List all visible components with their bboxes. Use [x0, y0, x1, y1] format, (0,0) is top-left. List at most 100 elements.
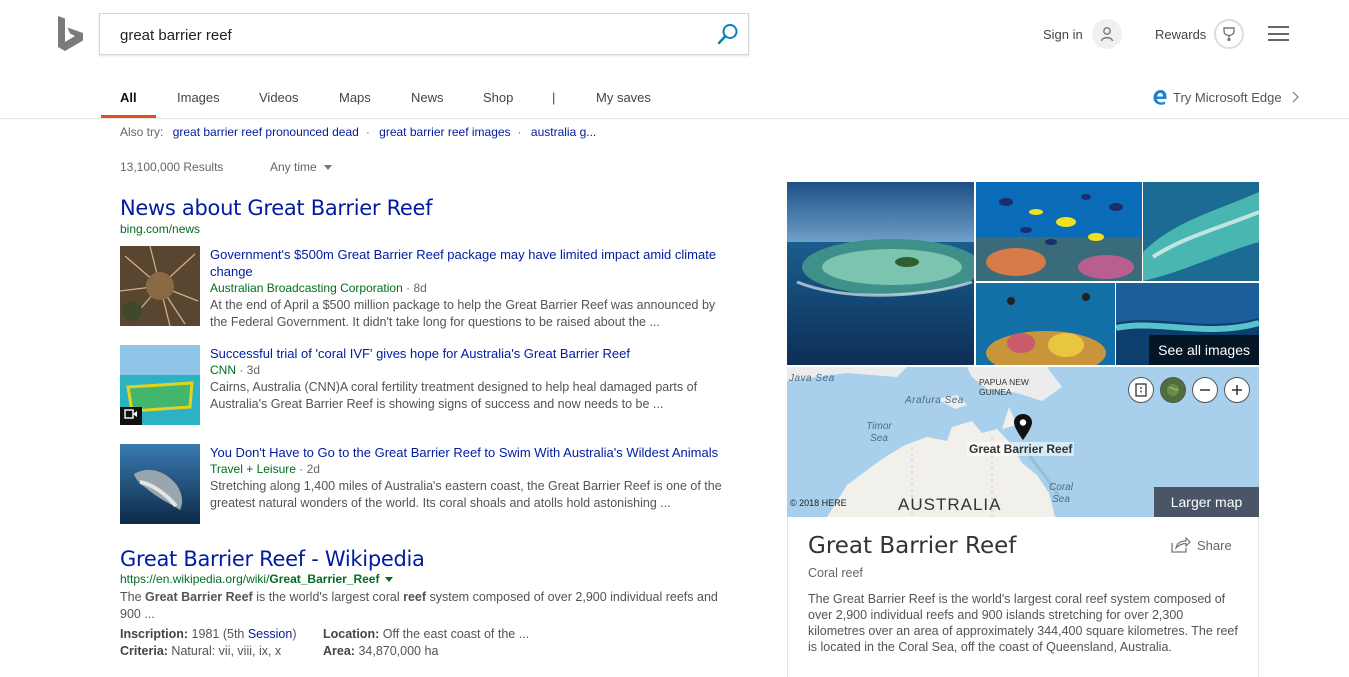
news-body: You Don't Have to Go to the Great Barrie…: [210, 444, 730, 512]
news-snippet: Cairns, Australia (CNN)A coral fertility…: [210, 380, 698, 411]
snippet-bold: reef: [403, 590, 427, 604]
fact-link[interactable]: Session: [248, 627, 292, 641]
tab-videos[interactable]: Videos: [259, 90, 299, 105]
also-try-link[interactable]: australia g...: [531, 125, 596, 139]
tab-separator: |: [552, 90, 556, 105]
wiki-fact-inscription: Inscription: 1981 (5th Session): [120, 627, 297, 641]
fact-value: ): [292, 627, 297, 641]
entity-description: The Great Barrier Reef is the world's la…: [808, 592, 1238, 654]
also-try-link[interactable]: great barrier reef pronounced dead: [173, 125, 359, 139]
hamburger-menu-icon[interactable]: [1268, 26, 1289, 41]
rewards-link[interactable]: Rewards: [1155, 27, 1206, 42]
user-avatar-icon[interactable]: [1092, 19, 1122, 49]
news-snippet: Stretching along 1,400 miles of Australi…: [210, 479, 722, 510]
fact-label: Inscription:: [120, 627, 189, 641]
map-label: Arafura Sea: [905, 395, 964, 406]
chevron-right-icon: [1292, 91, 1299, 103]
snippet-bold: Great Barrier Reef: [145, 590, 253, 604]
news-source-name[interactable]: Travel + Leisure: [210, 462, 296, 476]
news-headline-link[interactable]: Government's $500m Great Barrier Reef pa…: [210, 246, 730, 280]
time-filter-dropdown[interactable]: Any time: [270, 160, 333, 174]
map-label: Coral Sea: [1049, 482, 1073, 505]
see-all-images-button[interactable]: See all images: [1149, 335, 1259, 365]
reef-image[interactable]: [976, 283, 1115, 365]
news-source: Travel + Leisure · 2d: [210, 462, 320, 476]
map-label: AUSTRALIA: [898, 495, 1002, 514]
map-label: Java Sea: [789, 373, 835, 384]
zoom-in-icon: [1232, 385, 1242, 395]
also-try-link[interactable]: great barrier reef images: [379, 125, 510, 139]
zoom-out-icon: [1200, 389, 1210, 391]
map-copyright: © 2018 HERE: [790, 498, 847, 508]
tab-shop[interactable]: Shop: [483, 90, 513, 105]
share-icon: [1171, 537, 1191, 553]
aerial-view-icon: [1167, 384, 1179, 396]
entity-title: Great Barrier Reef: [808, 533, 1017, 559]
fact-value: Natural: vii, viii, ix, x: [171, 644, 282, 658]
caret-down-icon[interactable]: [384, 577, 393, 583]
bing-logo[interactable]: [57, 16, 85, 52]
wiki-result-snippet: The Great Barrier Reef is the world's la…: [120, 589, 735, 623]
map-label: PAPUA NEW GUINEA: [979, 377, 1029, 397]
wiki-url-slug: Great_Barrier_Reef: [269, 572, 380, 586]
news-heading-link[interactable]: News about Great Barrier Reef: [120, 196, 433, 220]
tab-news[interactable]: News: [411, 90, 444, 105]
reef-image[interactable]: [976, 182, 1142, 281]
news-source: Australian Broadcasting Corporation · 8d: [210, 281, 427, 295]
zoom-in-button[interactable]: [1224, 377, 1250, 403]
reef-image[interactable]: [787, 182, 974, 365]
news-source: CNN · 3d: [210, 363, 261, 377]
entity-card: Great Barrier Reef Coral reef Share The …: [787, 517, 1259, 677]
fact-value: Off the east coast of the ...: [382, 627, 530, 641]
map-legend-button[interactable]: [1128, 377, 1154, 403]
news-url: bing.com/news: [120, 222, 201, 236]
wiki-url-prefix: https://en.wikipedia.org/wiki/: [120, 572, 270, 586]
share-button[interactable]: Share: [1171, 537, 1232, 553]
snippet-text: The: [120, 590, 146, 604]
news-headline-link[interactable]: Successful trial of 'coral IVF' gives ho…: [210, 345, 730, 362]
fact-label: Area:: [323, 644, 355, 658]
tab-images[interactable]: Images: [177, 90, 220, 105]
search-icon[interactable]: [716, 22, 740, 46]
news-age: 8d: [413, 281, 427, 295]
results-count: 13,100,000 Results: [120, 160, 224, 174]
caret-down-icon: [324, 165, 333, 171]
tab-all[interactable]: All: [120, 90, 137, 105]
edge-logo-icon: [1153, 89, 1167, 105]
larger-map-button[interactable]: Larger map: [1154, 487, 1259, 517]
news-thumbnail[interactable]: [120, 444, 200, 524]
search-input[interactable]: [120, 24, 700, 46]
news-snippet: At the end of April a $500 million packa…: [210, 298, 716, 329]
entity-subtitle: Coral reef: [808, 566, 863, 580]
snippet-text: is the world's largest coral: [252, 590, 404, 604]
news-age: 3d: [246, 363, 261, 377]
fact-label: Criteria:: [120, 644, 168, 658]
wiki-fact-criteria: Criteria: Natural: vii, viii, ix, x: [120, 644, 281, 658]
fact-label: Location:: [323, 627, 380, 641]
map-legend-icon: [1135, 383, 1147, 397]
map-pin-icon[interactable]: [1013, 413, 1033, 441]
wiki-fact-area: Area: 34,870,000 ha: [323, 644, 438, 658]
aerial-view-button[interactable]: [1160, 377, 1186, 403]
news-source-name[interactable]: Australian Broadcasting Corporation: [210, 281, 403, 295]
news-body: Successful trial of 'coral IVF' gives ho…: [210, 345, 730, 413]
rewards-trophy-icon[interactable]: [1214, 19, 1244, 49]
news-source-name[interactable]: CNN: [210, 363, 236, 377]
scope-tabs: All Images Videos Maps News Shop | My sa…: [0, 78, 1349, 119]
wiki-result-url: https://en.wikipedia.org/wiki/Great_Barr…: [120, 572, 393, 586]
wiki-result-title-link[interactable]: Great Barrier Reef - Wikipedia: [120, 547, 425, 571]
tab-my-saves[interactable]: My saves: [596, 90, 651, 105]
also-try: Also try: great barrier reef pronounced …: [120, 125, 597, 139]
tab-maps[interactable]: Maps: [339, 90, 371, 105]
news-thumbnail[interactable]: [120, 345, 200, 425]
reef-image[interactable]: [1143, 182, 1259, 281]
search-box: [99, 13, 749, 55]
news-thumbnail[interactable]: [120, 246, 200, 326]
sign-in-link[interactable]: Sign in: [1043, 27, 1083, 42]
try-edge-link[interactable]: Try Microsoft Edge: [1152, 89, 1300, 105]
zoom-out-button[interactable]: [1192, 377, 1218, 403]
news-headline-link[interactable]: You Don't Have to Go to the Great Barrie…: [210, 444, 730, 461]
map-pin-label: Great Barrier Reef: [967, 442, 1075, 456]
also-try-label: Also try:: [120, 125, 164, 139]
map-preview[interactable]: Java Sea PAPUA NEW GUINEA Arafura Sea Ti…: [787, 367, 1259, 517]
